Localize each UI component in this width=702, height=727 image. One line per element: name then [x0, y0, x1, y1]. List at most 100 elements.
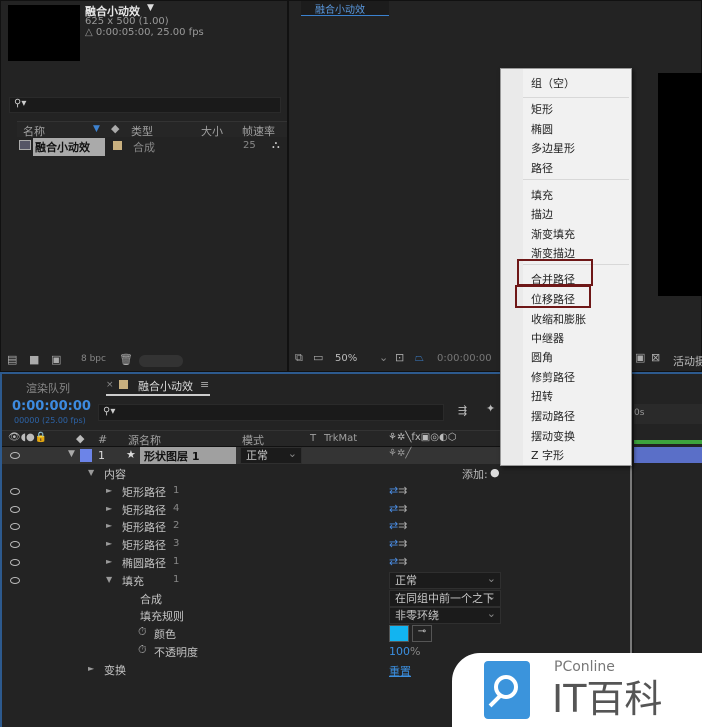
tab-render-queue[interactable]: 渲染队列	[26, 380, 70, 396]
sort-icon[interactable]: ▼	[93, 124, 100, 134]
layer-name[interactable]: 形状图层 1	[140, 447, 236, 464]
layer-mode-select[interactable]: 正常	[240, 446, 302, 464]
opacity-value[interactable]: 100%	[389, 645, 420, 658]
layer-switches[interactable]: ⚘✲╱	[388, 448, 411, 459]
column-mode[interactable]: 模式	[242, 432, 264, 448]
menu-item[interactable]: 多边星形	[531, 140, 575, 156]
visibility-eye-icon[interactable]	[10, 523, 20, 531]
visibility-eye-icon[interactable]	[10, 487, 20, 495]
menu-item[interactable]: Z 字形	[531, 447, 564, 463]
menu-item[interactable]: 渐变填充	[531, 226, 575, 242]
layer-search-input[interactable]: ⚲▾	[98, 404, 444, 421]
trash-icon[interactable]: 🗑	[119, 353, 133, 366]
column-type[interactable]: 类型	[131, 123, 153, 139]
display-icon[interactable]: ▭	[313, 351, 323, 364]
project-search-input[interactable]: ⚲▾	[9, 97, 281, 113]
draft-3d-icon[interactable]: ✦	[486, 402, 495, 415]
menu-item[interactable]: 圆角	[531, 349, 553, 365]
column-size[interactable]: 大小	[201, 123, 223, 139]
path-direction-icon[interactable]: ⇄⇉	[389, 519, 407, 532]
path-direction-icon[interactable]: ⇄⇉	[389, 502, 407, 515]
item-name[interactable]: 融合小动效	[33, 138, 105, 156]
path-direction-icon[interactable]: ⇄⇉	[389, 537, 407, 550]
expand-triangle-icon[interactable]: ►	[106, 504, 112, 513]
eyedropper-icon[interactable]: ⊸	[412, 625, 432, 643]
visibility-eye-icon[interactable]	[10, 559, 20, 566]
viewer-timecode[interactable]: 0:00:00:00	[437, 353, 492, 364]
opacity-number[interactable]: 100	[389, 645, 410, 658]
grid-icon[interactable]: ▣	[635, 351, 645, 364]
layer-duration-bar[interactable]	[634, 447, 702, 463]
interpret-footage-icon[interactable]: ▤	[7, 353, 17, 366]
zoom-chevron-icon[interactable]: ⌄	[379, 351, 388, 364]
visibility-eye-icon[interactable]	[10, 576, 20, 584]
bpc-button[interactable]: 8 bpc	[81, 354, 106, 364]
menu-item[interactable]: 扭转	[531, 388, 553, 404]
column-fps[interactable]: 帧速率	[242, 123, 275, 139]
menu-item[interactable]: 路径	[531, 160, 553, 176]
new-folder-icon[interactable]: ■	[29, 353, 39, 366]
property-row[interactable]: ► 矩形路径 1 ⇄⇉	[2, 483, 632, 501]
visibility-eye-icon[interactable]	[10, 541, 20, 549]
add-button[interactable]: ●	[490, 466, 500, 479]
snapshot-icon[interactable]: ⧉	[295, 351, 303, 365]
flowchart-icon[interactable]: ⛬	[272, 138, 280, 152]
visibility-eye-icon[interactable]	[10, 452, 20, 459]
expand-triangle-icon[interactable]: ►	[88, 664, 94, 673]
property-select[interactable]: 在同组中前一个之下	[389, 589, 501, 607]
stopwatch-icon[interactable]: ⏱	[138, 643, 147, 657]
menu-item[interactable]: 修剪路径	[531, 369, 575, 385]
tab-composition[interactable]: 融合小动效	[138, 378, 193, 394]
expand-triangle-icon[interactable]: ►	[106, 539, 112, 548]
property-row[interactable]: ► 矩形路径 3 ⇄⇉	[2, 536, 632, 554]
expand-layer-icon[interactable]: ▼	[68, 449, 75, 459]
time-ruler[interactable]: 0s	[634, 404, 702, 424]
layer-label-color[interactable]	[80, 449, 92, 462]
menu-item[interactable]: 中继器	[531, 330, 564, 346]
channel-icon[interactable]: ⊠	[651, 351, 660, 364]
menu-item[interactable]: 收缩和膨胀	[531, 311, 586, 327]
comp-flowchart-icon[interactable]: ⇶	[458, 404, 467, 417]
menu-item[interactable]: 描边	[531, 206, 553, 222]
menu-item[interactable]: 椭圆	[531, 121, 553, 137]
property-row[interactable]: ► 椭圆路径 1 ⇄⇉	[2, 554, 632, 572]
menu-item[interactable]: 组（空）	[531, 75, 575, 91]
menu-item[interactable]: 填充	[531, 187, 553, 203]
expand-triangle-icon[interactable]: ►	[106, 486, 112, 495]
property-row[interactable]: ⏱ 颜色 ⊸	[2, 625, 632, 643]
fill-color-swatch[interactable]	[389, 625, 409, 643]
path-direction-icon[interactable]: ⇄⇉	[389, 555, 407, 568]
property-select[interactable]: 正常	[389, 571, 501, 589]
comp-dropdown-icon[interactable]: ▼	[147, 3, 154, 13]
viewer-tab[interactable]: 融合小动效	[301, 1, 389, 16]
new-comp-icon[interactable]: ▣	[51, 353, 61, 366]
menu-item[interactable]: 摆动路径	[531, 408, 575, 424]
menu-item[interactable]: 矩形	[531, 101, 553, 117]
column-source-name[interactable]: 源名称	[128, 432, 161, 448]
thumbnail-slider[interactable]	[139, 355, 183, 367]
zoom-select[interactable]: 50%	[335, 353, 357, 364]
property-select[interactable]: 非零环绕	[389, 607, 501, 625]
mask-icon[interactable]: ⏢	[415, 351, 424, 365]
close-tab-icon[interactable]: ×	[106, 380, 114, 390]
property-row[interactable]: ► 矩形路径 2 ⇄⇉	[2, 518, 632, 536]
region-icon[interactable]: ⊡	[395, 351, 404, 364]
property-row[interactable]: ▼ 填充 1 正常	[2, 571, 632, 590]
expand-triangle-icon[interactable]: ►	[106, 557, 112, 566]
work-area-bar[interactable]	[634, 440, 702, 444]
collapse-triangle-icon[interactable]: ▼	[88, 468, 94, 477]
expand-triangle-icon[interactable]: ►	[106, 521, 112, 530]
tab-menu-icon[interactable]: ≡	[200, 378, 209, 391]
visibility-eye-icon[interactable]	[10, 505, 20, 513]
property-row[interactable]: ► 矩形路径 4 ⇄⇉	[2, 501, 632, 519]
path-direction-icon[interactable]: ⇄⇉	[389, 484, 407, 497]
camera-select[interactable]: 活动摄	[673, 353, 702, 369]
property-row[interactable]: ▼ 内容 添加: ●	[2, 465, 632, 483]
reset-link[interactable]: 重置	[389, 663, 411, 679]
column-name[interactable]: 名称	[23, 123, 45, 139]
stopwatch-icon[interactable]: ⏱	[138, 625, 147, 639]
menu-item[interactable]: 摆动变换	[531, 428, 575, 444]
project-item-row[interactable]: 融合小动效 合成 25 ⛬	[17, 138, 287, 156]
collapse-triangle-icon[interactable]: ▼	[106, 575, 112, 584]
property-row[interactable]: 合成 在同组中前一个之下	[2, 589, 632, 608]
